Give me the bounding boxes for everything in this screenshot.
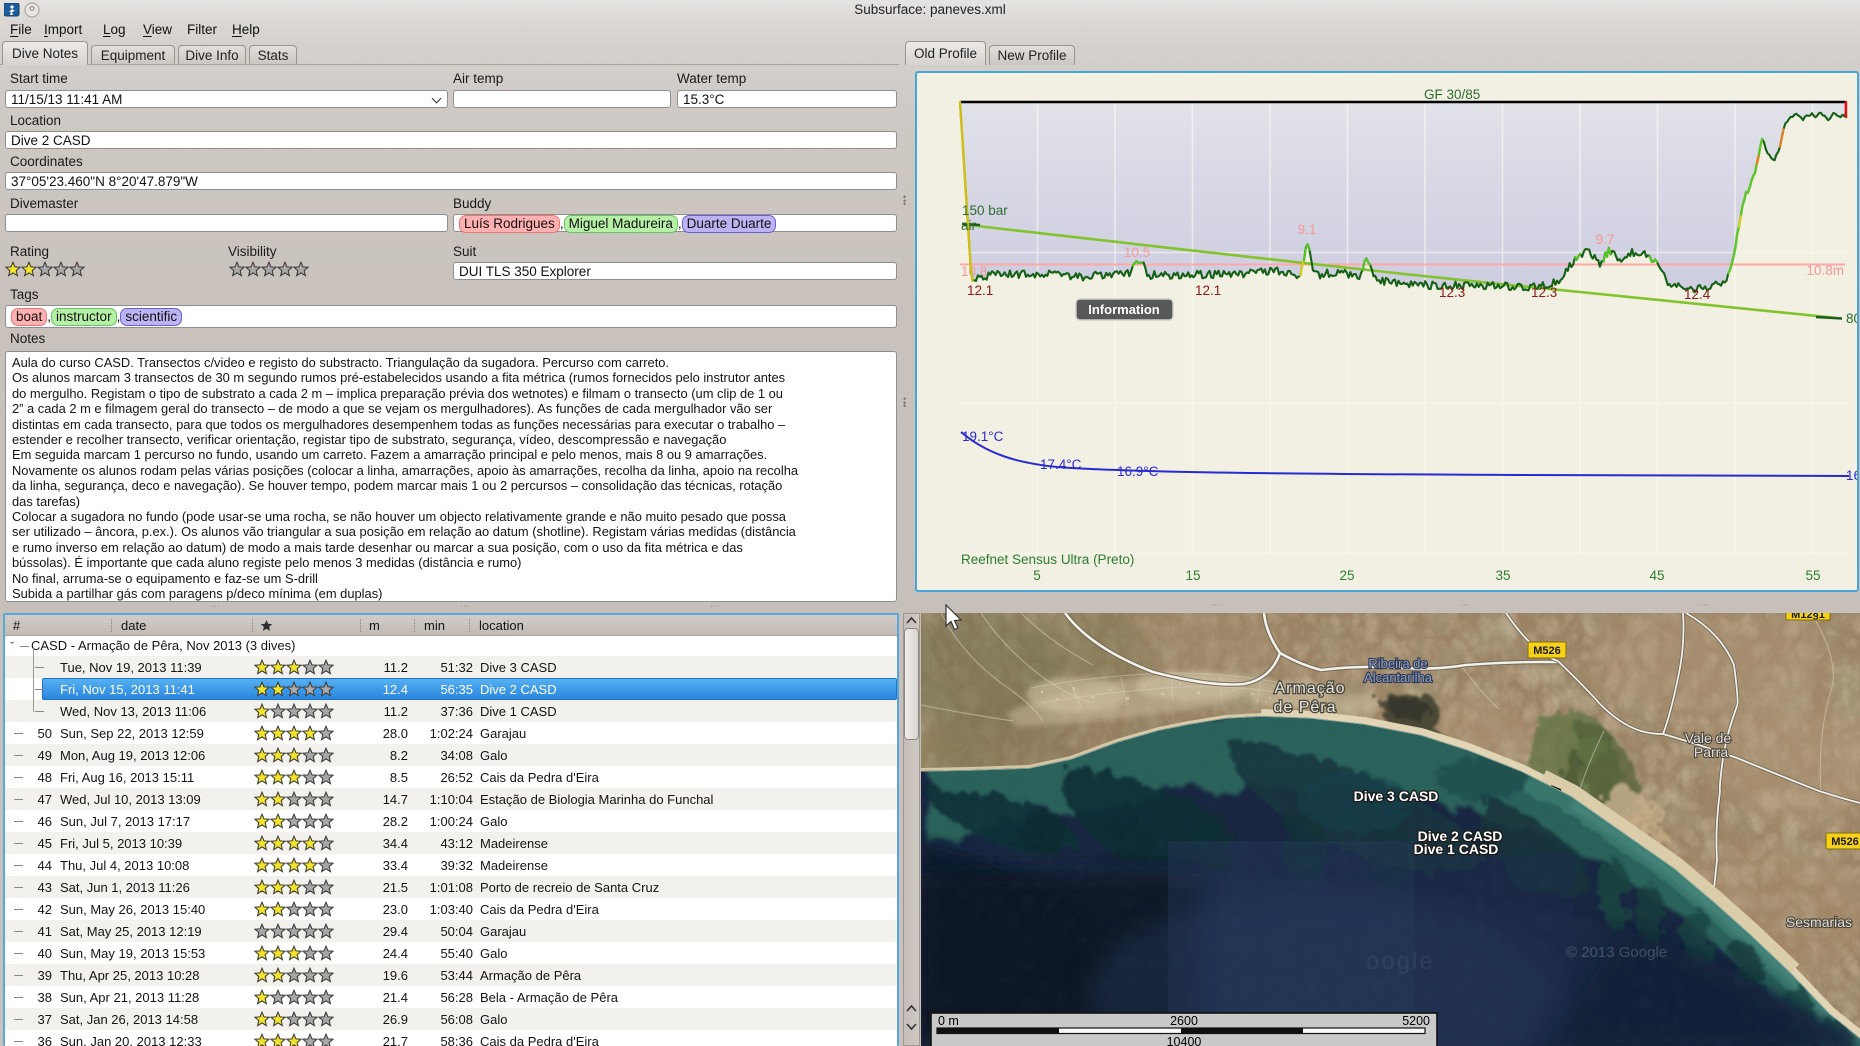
svg-text:Armação: Armação [1274, 680, 1345, 697]
svg-text:150 bar: 150 bar [962, 203, 1008, 218]
svg-text:17.4°C: 17.4°C [1040, 457, 1082, 472]
svg-text:12.1: 12.1 [967, 283, 993, 298]
svg-text:16: 16 [1846, 468, 1857, 483]
svg-text:M12§1: M12§1 [1791, 613, 1825, 621]
svg-text:35: 35 [1495, 568, 1510, 583]
svg-text:9.7: 9.7 [1596, 232, 1615, 247]
svg-text:Reefnet Sensus Ultra (Preto): Reefnet Sensus Ultra (Preto) [961, 552, 1134, 567]
svg-text:Ribeira de: Ribeira de [1368, 656, 1427, 671]
svg-text:10400: 10400 [1167, 1035, 1202, 1046]
svg-text:Parra: Parra [1694, 744, 1728, 760]
svg-text:25: 25 [1339, 568, 1354, 583]
svg-text:80: 80 [1846, 311, 1857, 326]
svg-text:16.9°C: 16.9°C [1117, 464, 1159, 479]
svg-text:M526: M526 [1533, 645, 1561, 657]
svg-text:Information: Information [1088, 302, 1160, 317]
svg-text:Dive 3 CASD: Dive 3 CASD [1354, 788, 1439, 804]
svg-text:12.3: 12.3 [1439, 285, 1465, 300]
svg-text:air: air [961, 218, 977, 233]
svg-text:© 2013 Google: © 2013 Google [1566, 944, 1667, 961]
svg-text:M526: M526 [1831, 836, 1859, 848]
svg-text:10.5: 10.5 [1124, 245, 1150, 260]
svg-text:GF 30/85: GF 30/85 [1424, 87, 1480, 102]
svg-text:10.8m: 10.8m [1806, 263, 1844, 278]
svg-text:Alcantarilha: Alcantarilha [1364, 670, 1433, 685]
svg-text:12.4: 12.4 [1684, 287, 1711, 302]
svg-text:oogle: oogle [1366, 948, 1435, 975]
svg-text:19.1°C: 19.1°C [962, 429, 1004, 444]
svg-text:5200: 5200 [1402, 1014, 1430, 1028]
svg-text:45: 45 [1649, 568, 1664, 583]
svg-text:15: 15 [1185, 568, 1200, 583]
svg-text:Dive 1 CASD: Dive 1 CASD [1414, 841, 1499, 857]
svg-text:0 m: 0 m [938, 1014, 959, 1028]
svg-text:2600: 2600 [1170, 1014, 1198, 1028]
svg-text:5: 5 [1033, 568, 1041, 583]
svg-text:55: 55 [1805, 568, 1820, 583]
svg-text:Sesmarias: Sesmarias [1786, 914, 1852, 930]
svg-text:de Pêra: de Pêra [1273, 699, 1336, 716]
svg-text:9.1: 9.1 [1298, 222, 1317, 237]
svg-text:12.3: 12.3 [1531, 285, 1557, 300]
svg-text:10.8: 10.8 [961, 264, 987, 279]
svg-text:12.1: 12.1 [1195, 283, 1221, 298]
